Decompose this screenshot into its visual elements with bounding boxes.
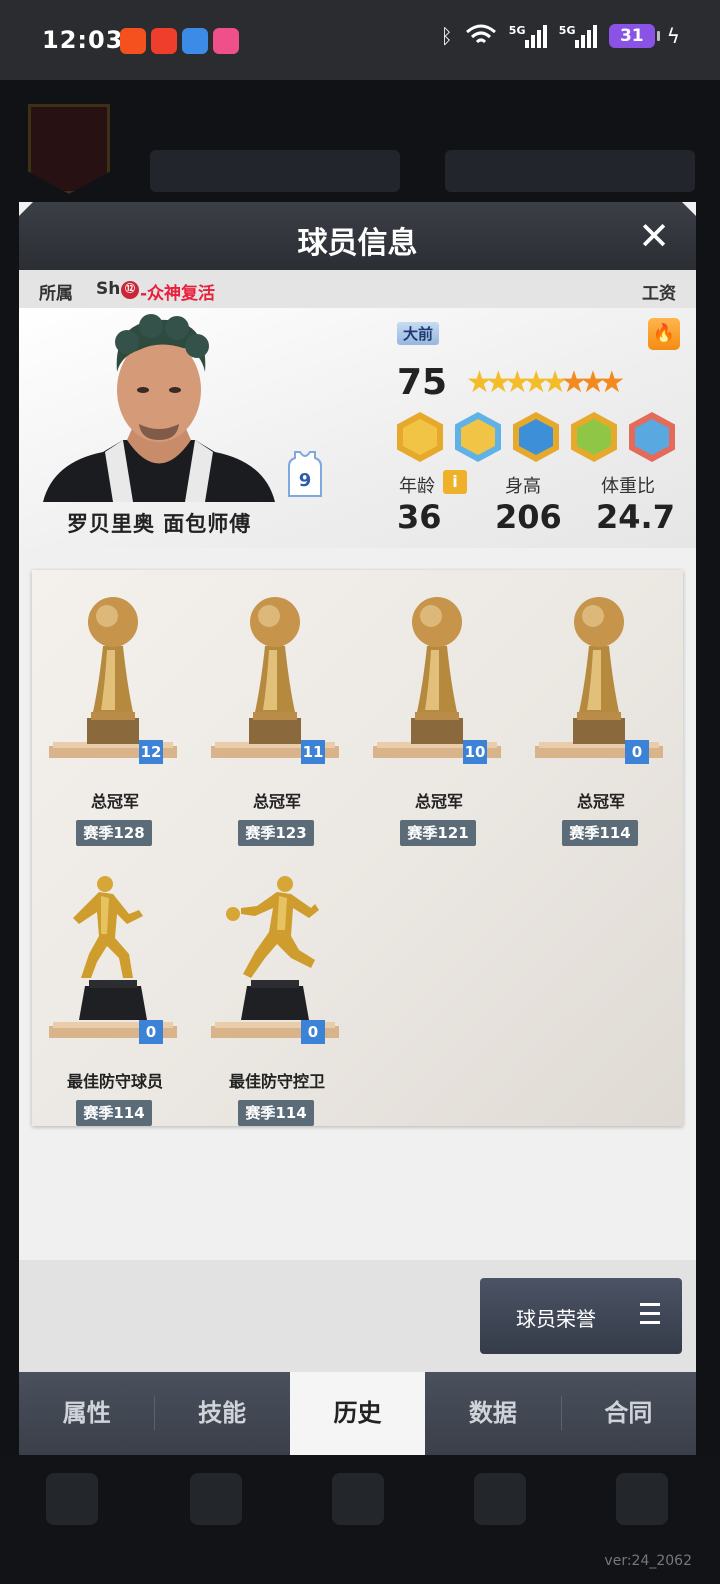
season-tag: 赛季114 [76,1100,152,1126]
modal-title: 球员信息 [297,226,418,261]
trophy-name: 最佳防守球员 [66,1072,163,1091]
trophy-item[interactable]: 12 总冠军 赛季128 [49,594,181,846]
tab-attributes[interactable]: 属性 [19,1372,154,1455]
svg-text:9: 9 [299,470,312,491]
trophy-count-badge: 0 [301,1020,325,1044]
weight-label: 体重比 [601,476,655,497]
player-name: 罗贝里奥 面包师傅 [67,512,252,536]
season-tag: 赛季123 [238,820,314,846]
clock: 12:03 [42,26,124,54]
status-icons: ᛒ 5G 5G 31 ϟ [441,24,680,48]
app-icon-3 [182,28,208,54]
age-value: 36 [397,498,442,536]
trophy-count-badge: 10 [463,740,487,764]
team-belong-label: 所属 [39,284,73,304]
age-label: 年龄 [399,476,435,497]
player-portrait [43,314,275,502]
version-label: ver:24_2062 [604,1553,692,1569]
fire-icon[interactable]: 🔥 [648,318,680,350]
trophy-item[interactable]: 0 总冠军 赛季114 [535,594,667,846]
trophy-item[interactable]: 0 最佳防守球员 赛季114 [49,874,181,1126]
season-tag: 赛季128 [76,820,152,846]
modal-header: 球员信息 [19,202,696,270]
player-info-modal: 球员信息 ✕ 所属 Sh ⑫ -众神复活 工资 9 罗贝里奥 面包师傅 大前 🔥 [19,202,696,1455]
skill-badges [397,412,675,462]
trophy-name: 最佳防守控卫 [228,1072,325,1091]
trophy-wall: 12 总冠军 赛季128 11 总冠军 赛季123 10 总冠军 赛季121 0… [32,570,683,1126]
modal-tab-bar: 属性 技能 历史 数据 合同 [19,1372,696,1455]
trophy-count-badge: 12 [139,740,163,764]
player-panel: 9 罗贝里奥 面包师傅 大前 🔥 75 ★ ★ ★ ★ ★ ★ ★ ★ 年龄 i… [19,308,696,548]
status-bar: 12:03 ᛒ 5G 5G 31 ϟ [0,0,720,80]
wifi-icon [465,24,496,44]
speed-skill-icon[interactable] [513,412,559,462]
player-rating: 75 [397,362,448,403]
tab-skills[interactable]: 技能 [154,1372,289,1455]
trophy-count-badge: 0 [625,740,649,764]
defense-skill-icon[interactable] [629,412,675,462]
cell-signal-icon: 5G [559,24,597,48]
player-honor-button[interactable]: 球员荣誉 [480,1278,682,1354]
trophy-item[interactable]: 10 总冠军 赛季121 [373,594,505,846]
app-icon-4 [213,28,239,54]
height-value: 206 [495,498,562,536]
tab-history[interactable]: 历史 [289,1372,426,1455]
menu-icon [640,1303,660,1330]
trophy-item[interactable]: 0 最佳防守控卫 赛季114 [211,874,343,1126]
team-prefix: Sh [96,279,121,299]
charging-icon: ϟ [666,24,680,48]
trophy-count-badge: 0 [139,1020,163,1044]
tab-contract[interactable]: 合同 [560,1372,696,1455]
close-button[interactable]: ✕ [634,216,674,256]
app-icon-2 [151,28,177,54]
season-tag: 赛季114 [562,820,638,846]
salary-label: 工资 [642,284,676,304]
background-gem-bar [445,150,695,192]
trophy-name: 总冠军 [576,792,625,811]
team-name[interactable]: -众神复活 [140,279,215,304]
star-icon: ★ [598,365,626,400]
season-tag: 赛季121 [400,820,476,846]
sneaker-skill-icon[interactable] [571,412,617,462]
weight-value: 24.7 [596,498,675,536]
jersey-number-icon: 9 [288,451,322,497]
trophy-name: 总冠军 [252,792,301,811]
tab-data[interactable]: 数据 [425,1372,560,1455]
post-skill-icon[interactable] [397,412,443,462]
bluetooth-icon: ᛒ [440,24,453,48]
app-icon-1 [120,28,146,54]
team-row: 所属 Sh ⑫ -众神复活 工资 [19,270,696,308]
background-coin-bar [150,150,400,192]
season-tag: 赛季114 [238,1100,314,1126]
cell-signal-icon: 5G [509,24,547,48]
block-skill-icon[interactable] [455,412,501,462]
trophy-count-badge: 11 [301,740,325,764]
info-icon[interactable]: i [443,470,467,494]
star-rating: ★ ★ ★ ★ ★ ★ ★ ★ [466,366,625,400]
position-badge: 大前 [397,322,440,345]
player-honor-label: 球员荣誉 [516,1307,596,1331]
trophy-name: 总冠军 [90,792,139,811]
trophy-item[interactable]: 11 总冠军 赛季123 [211,594,343,846]
battery-icon: 31 [608,24,660,48]
height-label: 身高 [505,476,541,497]
team-number-badge: ⑫ [121,281,139,299]
trophy-name: 总冠军 [414,792,463,811]
